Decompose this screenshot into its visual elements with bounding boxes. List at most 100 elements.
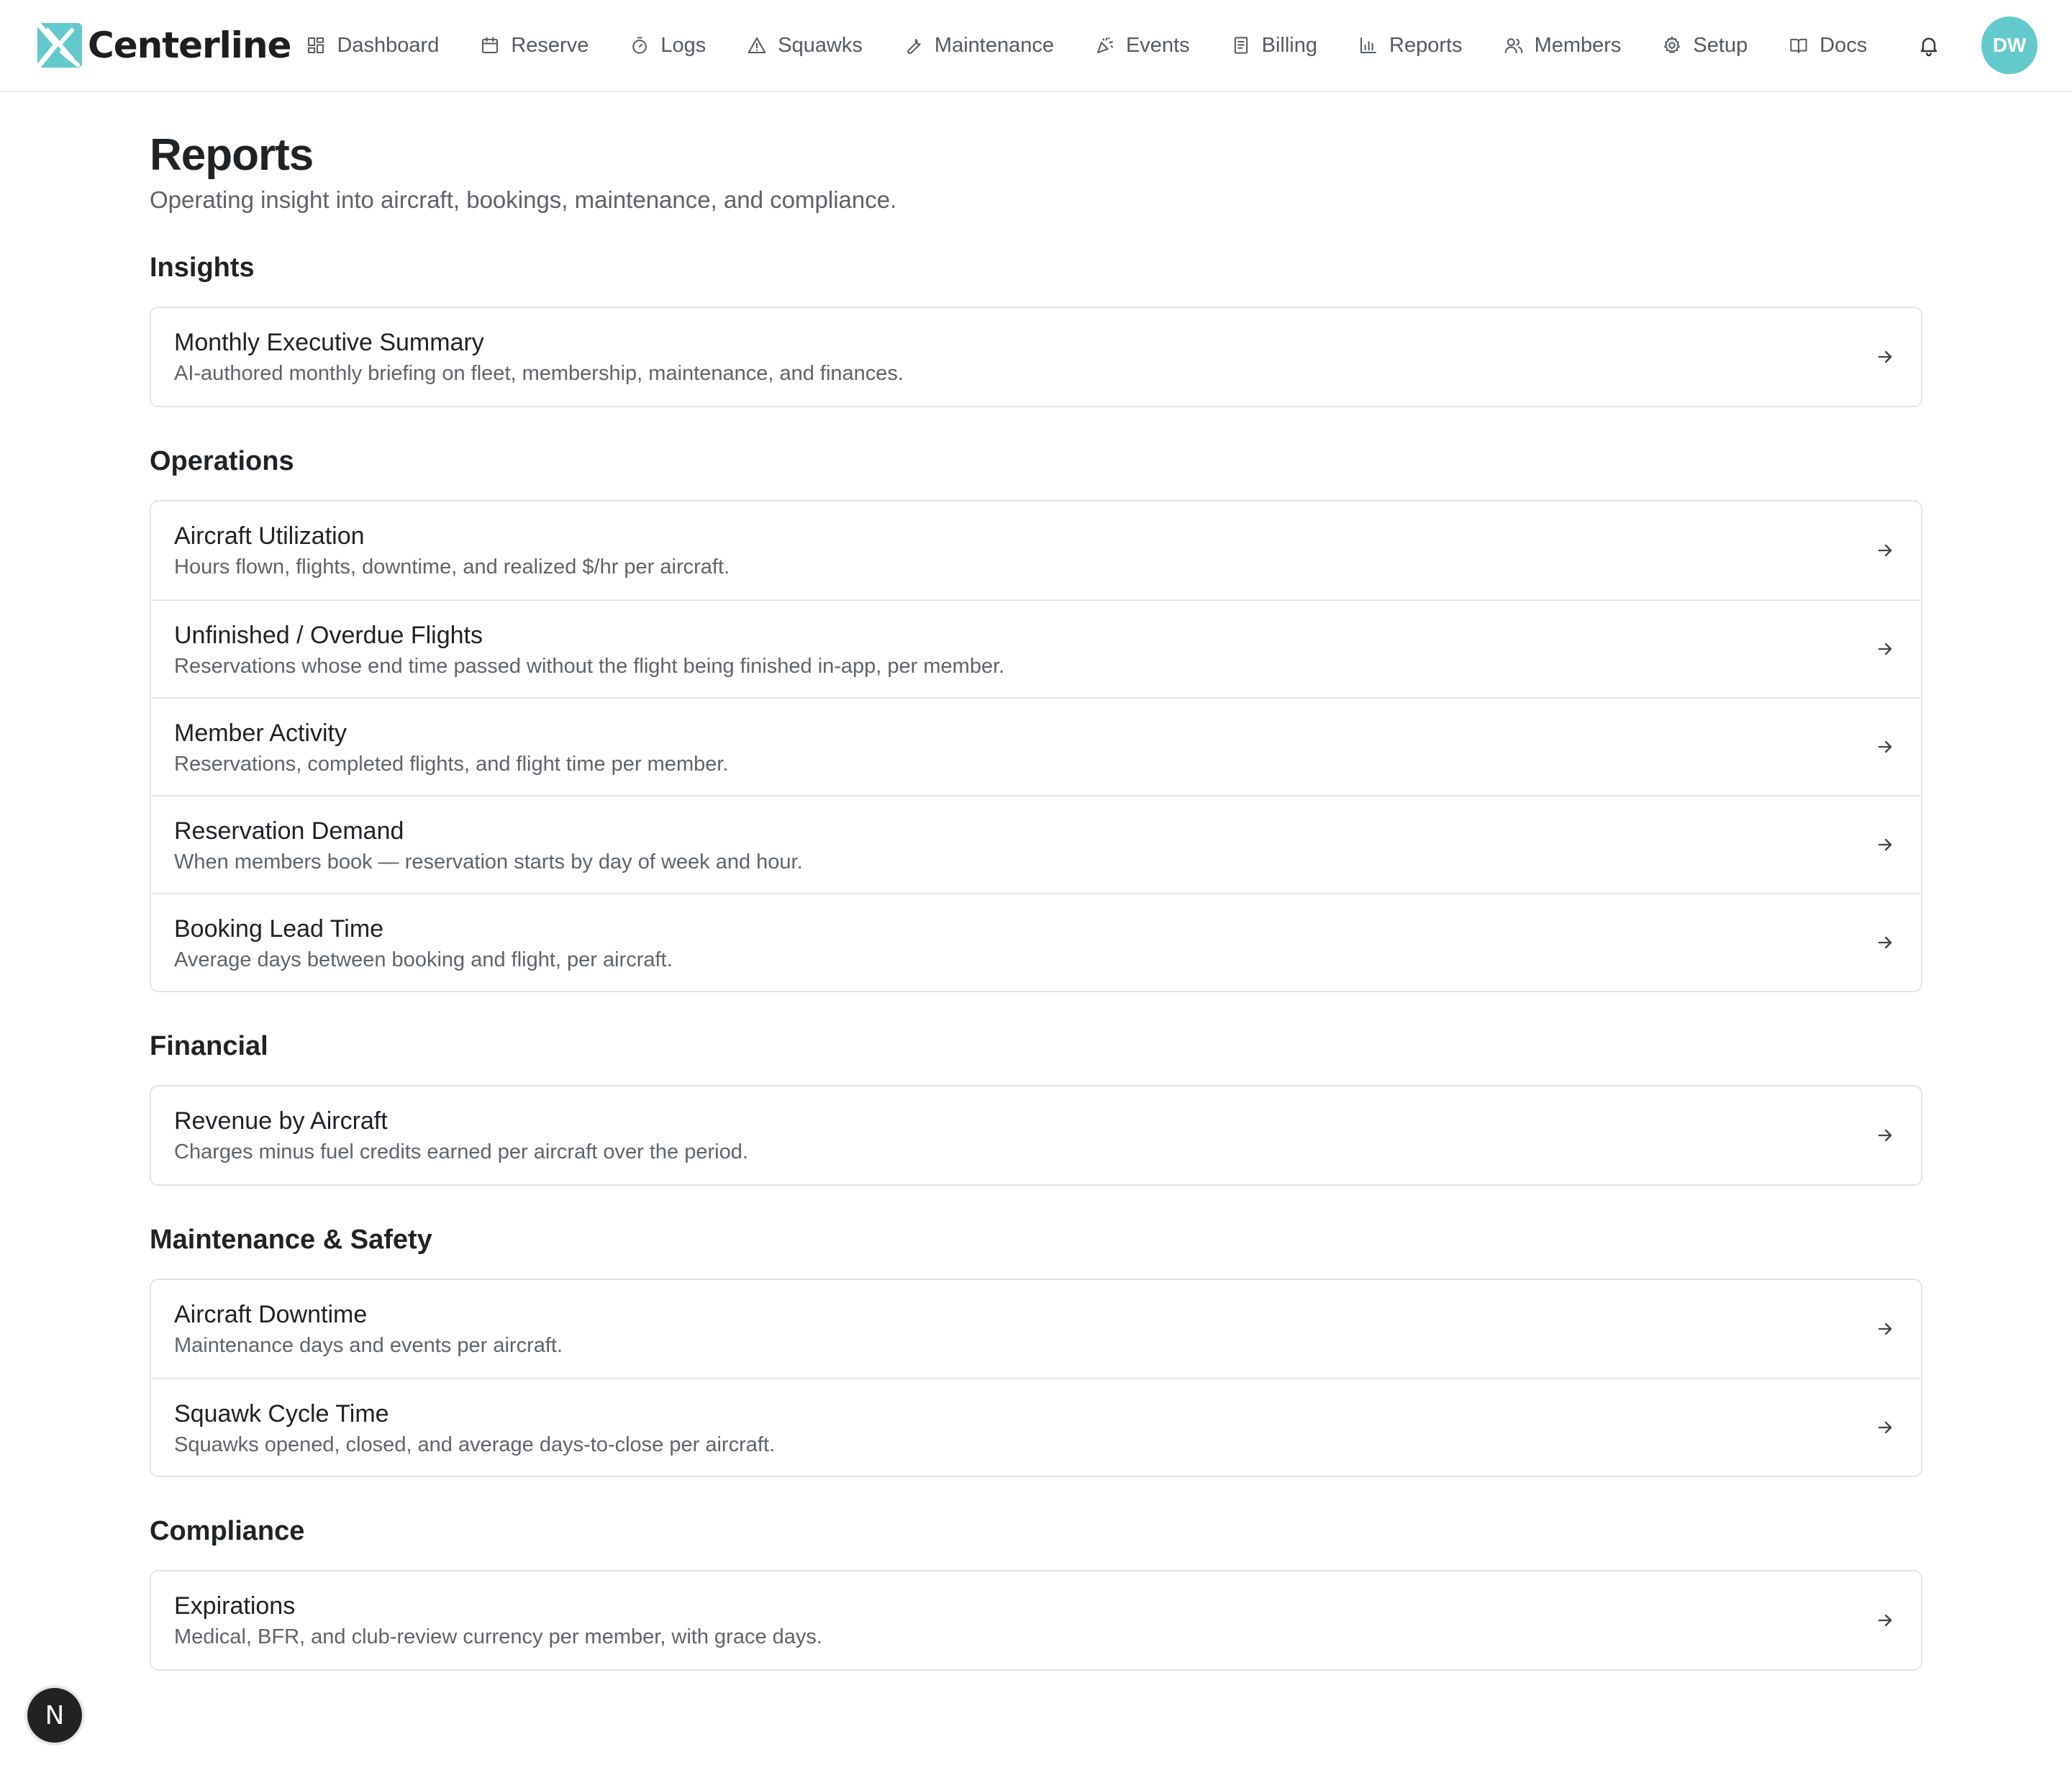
arrow-right-icon bbox=[1875, 1417, 1895, 1438]
arrow-right-icon bbox=[1875, 932, 1895, 953]
arrow-right-icon bbox=[1875, 1610, 1895, 1630]
section-title: Compliance bbox=[150, 1516, 305, 1546]
report-section: Compliance Expirations Medical, BFR, and c… bbox=[150, 1516, 1922, 1671]
receipt-icon bbox=[1234, 37, 1248, 54]
nav-item-logs[interactable]: Logs bbox=[609, 24, 726, 67]
party-popper-icon bbox=[1096, 37, 1113, 53]
section-title: Operations bbox=[150, 446, 294, 476]
nav-item-label: Dashboard bbox=[337, 33, 440, 57]
warning-icon bbox=[748, 37, 766, 53]
nav-item-squawks[interactable]: Squawks bbox=[726, 24, 883, 67]
app-logo[interactable]: Centerline bbox=[35, 19, 291, 71]
report-title: Squawk Cycle Time bbox=[174, 1400, 389, 1428]
nav-item-events[interactable]: Events bbox=[1074, 24, 1210, 67]
report-section: Financial Revenue by Aircraft Charges minu… bbox=[150, 1031, 1922, 1186]
report-list: Expirations Medical, BFR, and club-review… bbox=[150, 1570, 1922, 1671]
report-title: Aircraft Utilization bbox=[174, 522, 365, 550]
report-link[interactable]: Expirations Medical, BFR, and club-review… bbox=[151, 1571, 1921, 1669]
report-section: Operations Aircraft Utilization Hours flow… bbox=[150, 446, 1922, 992]
nav-item-label: Reserve bbox=[511, 33, 589, 57]
dev-tools-button[interactable]: N bbox=[27, 1688, 82, 1743]
calendar-icon bbox=[482, 37, 499, 53]
nav-item-label: Setup bbox=[1693, 33, 1748, 57]
nav-item-docs[interactable]: Docs bbox=[1768, 24, 1887, 67]
nav-item-label: Docs bbox=[1819, 33, 1868, 57]
report-description: Reservations whose end time passed witho… bbox=[174, 655, 1005, 678]
bar-chart-icon bbox=[1360, 37, 1377, 53]
report-description: Squawks opened, closed, and average days… bbox=[174, 1433, 776, 1456]
report-link[interactable]: Aircraft Downtime Maintenance days and ev… bbox=[151, 1280, 1921, 1378]
nav-item-label: Logs bbox=[660, 33, 706, 57]
report-title: Unfinished / Overdue Flights bbox=[174, 622, 483, 649]
report-title: Monthly Executive Summary bbox=[174, 329, 484, 356]
arrow-right-icon bbox=[1875, 347, 1895, 367]
app-name: Centerline bbox=[88, 24, 291, 66]
arrow-right-icon bbox=[1875, 540, 1895, 560]
section-title: Maintenance & Safety bbox=[150, 1225, 432, 1255]
report-title: Reservation Demand bbox=[174, 817, 404, 845]
report-description: Charges minus fuel credits earned per ai… bbox=[174, 1140, 748, 1163]
report-link[interactable]: Revenue by Aircraft Charges minus fuel cr… bbox=[151, 1086, 1921, 1184]
reports-page: Reports Operating insight into aircraft,… bbox=[150, 92, 1922, 1671]
arrow-right-icon bbox=[1875, 1319, 1895, 1339]
nav-item-label: Members bbox=[1534, 33, 1622, 57]
nav-item-billing[interactable]: Billing bbox=[1210, 24, 1337, 67]
page-subtitle: Operating insight into aircraft, booking… bbox=[150, 186, 897, 213]
report-link[interactable]: Reservation Demand When members book — re… bbox=[151, 795, 1921, 893]
report-description: Maintenance days and events per aircraft… bbox=[174, 1334, 563, 1357]
report-title: Expirations bbox=[174, 1592, 296, 1620]
report-description: Reservations, completed flights, and fli… bbox=[174, 753, 729, 776]
report-link[interactable]: Aircraft Utilization Hours flown, flights… bbox=[151, 502, 1921, 599]
arrow-right-icon bbox=[1875, 835, 1895, 855]
report-description: When members book — reservation starts b… bbox=[174, 850, 803, 873]
nav-item-label: Events bbox=[1125, 33, 1190, 57]
report-title: Member Activity bbox=[174, 720, 347, 747]
report-link[interactable]: Unfinished / Overdue Flights Reservations… bbox=[151, 599, 1921, 697]
arrow-right-icon bbox=[1875, 737, 1895, 757]
report-list: Aircraft Downtime Maintenance days and ev… bbox=[150, 1279, 1922, 1477]
report-description: AI-authored monthly briefing on fleet, m… bbox=[174, 362, 904, 385]
main-nav: Dashboard Reserve Logs Squawks Maintenance Ev… bbox=[305, 24, 1887, 67]
top-navigation-bar: Centerline Dashboard Reserve Logs Squawks Ma… bbox=[0, 0, 2072, 92]
gear-icon bbox=[1664, 36, 1681, 53]
report-list: Revenue by Aircraft Charges minus fuel cr… bbox=[150, 1085, 1922, 1186]
nav-item-members[interactable]: Members bbox=[1483, 24, 1642, 67]
report-link[interactable]: Member Activity Reservations, completed f… bbox=[151, 697, 1921, 795]
nav-item-maintenance[interactable]: Maintenance bbox=[883, 24, 1074, 67]
bell-icon bbox=[1920, 37, 1937, 57]
report-list: Aircraft Utilization Hours flown, flights… bbox=[150, 500, 1922, 992]
report-title: Revenue by Aircraft bbox=[174, 1107, 388, 1135]
report-section: Maintenance & Safety Aircraft Downtime Mai… bbox=[150, 1225, 1922, 1477]
page-title: Reports bbox=[150, 130, 314, 180]
report-description: Hours flown, flights, downtime, and real… bbox=[174, 555, 730, 578]
section-title: Insights bbox=[150, 253, 255, 283]
nav-item-label: Maintenance bbox=[934, 33, 1054, 57]
nav-item-label: Billing bbox=[1261, 33, 1318, 57]
report-sections: Insights Monthly Executive Summary AI-auth… bbox=[150, 253, 1922, 1671]
report-title: Booking Lead Time bbox=[174, 915, 384, 943]
nav-item-setup[interactable]: Setup bbox=[1641, 24, 1768, 67]
users-icon bbox=[1504, 38, 1522, 53]
arrow-right-icon bbox=[1875, 639, 1895, 659]
arrow-right-icon bbox=[1875, 1125, 1895, 1145]
notifications-button[interactable] bbox=[1916, 32, 1941, 58]
nav-item-reserve[interactable]: Reserve bbox=[459, 24, 609, 67]
report-link[interactable]: Squawk Cycle Time Squawks opened, closed,… bbox=[151, 1378, 1921, 1476]
wrench-icon bbox=[907, 38, 921, 55]
user-avatar[interactable]: DW bbox=[1981, 17, 2037, 74]
report-list: Monthly Executive Summary AI-authored mon… bbox=[150, 307, 1922, 407]
report-description: Average days between booking and flight,… bbox=[174, 948, 673, 971]
dashboard-icon bbox=[308, 37, 324, 53]
report-description: Medical, BFR, and club-review currency p… bbox=[174, 1625, 822, 1648]
report-link[interactable]: Monthly Executive Summary AI-authored mon… bbox=[151, 308, 1921, 406]
report-link[interactable]: Booking Lead Time Average days between bo… bbox=[151, 893, 1921, 991]
report-title: Aircraft Downtime bbox=[174, 1301, 368, 1328]
report-section: Insights Monthly Executive Summary AI-auth… bbox=[150, 253, 1922, 407]
centerline-logo-icon bbox=[35, 21, 82, 70]
nav-item-dashboard[interactable]: Dashboard bbox=[305, 24, 459, 67]
section-title: Financial bbox=[150, 1031, 268, 1061]
nav-item-label: Reports bbox=[1389, 33, 1463, 57]
nav-item-label: Squawks bbox=[778, 33, 863, 57]
nav-item-reports[interactable]: Reports bbox=[1337, 24, 1483, 67]
book-icon bbox=[1790, 38, 1807, 53]
